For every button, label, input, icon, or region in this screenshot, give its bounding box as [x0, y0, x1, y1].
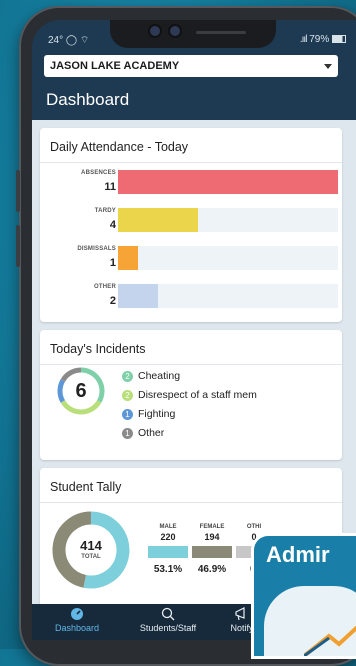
- tally-column-label: MALE: [159, 524, 177, 530]
- attendance-row[interactable]: DISMISSALS 1: [40, 246, 340, 278]
- attendance-row[interactable]: ABSENCES 11: [40, 170, 340, 202]
- school-selector[interactable]: JASON LAKE ACADEMY: [44, 55, 338, 77]
- admin-app-badge: Admir: [254, 536, 356, 656]
- incident-label: Other: [138, 427, 165, 439]
- tally-column-label: FEMALE: [199, 524, 225, 530]
- volume-up-button: [16, 170, 20, 212]
- dashboard-content[interactable]: Daily Attendance - Today ABSENCES 11 TARDY…: [32, 120, 356, 608]
- nav-dashboard-label: Dashboard: [54, 623, 100, 633]
- attendance-row-count: 2: [109, 295, 116, 307]
- tally-total-label: TOTAL: [81, 554, 101, 560]
- volume-down-button: [16, 225, 20, 267]
- page-title: Dashboard: [46, 90, 130, 109]
- nav-students[interactable]: Students/Staff: [128, 604, 208, 640]
- attendance-row-label: OTHER: [94, 284, 116, 290]
- attendance-bar-track: [118, 208, 338, 232]
- tally-column: MALE 220 53.1%: [148, 524, 188, 575]
- attendance-row-count: 4: [109, 219, 116, 231]
- incident-count-badge: 2: [122, 390, 133, 401]
- attendance-bar: [118, 170, 338, 194]
- megaphone-icon: [235, 607, 245, 621]
- search-icon: [161, 607, 175, 621]
- status-bar: 24° ◯ ⌔ .ııl 79%: [48, 34, 346, 50]
- tally-title: Student Tally: [50, 480, 122, 494]
- incident-label: Cheating: [138, 370, 181, 382]
- attendance-bar: [118, 208, 198, 232]
- tally-column-percent: 53.1%: [153, 564, 183, 575]
- divider: [40, 364, 342, 365]
- attendance-row-label: ABSENCES: [81, 170, 116, 176]
- incident-count-badge: 2: [122, 371, 133, 382]
- tally-swatch: [148, 546, 188, 558]
- tally-column-percent: 46.9%: [197, 564, 227, 575]
- attendance-bar: [118, 246, 138, 270]
- incidents-title: Today's Incidents: [50, 342, 146, 356]
- attendance-row-label: DISMISSALS: [77, 246, 116, 252]
- tally-column-value: 220: [160, 532, 176, 542]
- attendance-row-label: TARDY: [94, 208, 116, 214]
- attendance-bar-track: [118, 246, 338, 270]
- attendance-row-count: 1: [109, 257, 116, 269]
- attendance-card[interactable]: Daily Attendance - Today ABSENCES 11 TARDY…: [40, 128, 342, 322]
- divider: [40, 502, 342, 503]
- status-right: .ııl 79%: [300, 34, 346, 45]
- divider: [40, 162, 342, 163]
- incident-slice: [60, 367, 82, 382]
- admin-badge-text: Admir: [266, 542, 330, 567]
- attendance-row[interactable]: TARDY 4: [40, 208, 340, 240]
- incident-count-badge: 1: [122, 409, 133, 420]
- status-time: 24° ◯ ⌔: [48, 35, 90, 46]
- incidents-card[interactable]: Today's Incidents 6 2 Cheating 2 Disrespect…: [40, 330, 342, 460]
- incident-slice: [60, 400, 102, 415]
- tally-swatch: [192, 546, 232, 558]
- attendance-row[interactable]: OTHER 2: [40, 284, 340, 316]
- incidents-total: 6: [75, 380, 87, 402]
- attendance-row-count: 11: [104, 181, 116, 193]
- incident-label: Disrespect of a staff mem: [138, 389, 257, 401]
- chart-arrow-icon: [304, 625, 356, 656]
- battery-icon: [332, 35, 346, 44]
- nav-students-label: Students/Staff: [139, 623, 197, 633]
- attendance-bar: [118, 284, 158, 308]
- battery-percent: 79%: [309, 34, 330, 45]
- nav-dashboard[interactable]: Dashboard: [42, 604, 112, 640]
- signal-icon: .ııl: [299, 34, 308, 45]
- tally-total: 414: [80, 538, 102, 553]
- incident-count-badge: 1: [122, 428, 133, 439]
- attendance-bar-track: [118, 170, 338, 194]
- attendance-title: Daily Attendance - Today: [50, 140, 189, 154]
- school-name: JASON LAKE ACADEMY: [50, 60, 180, 72]
- incident-label: Fighting: [138, 408, 176, 420]
- nav-notify-label: Notify: [230, 623, 254, 633]
- wifi-icon: ⌔: [79, 35, 90, 46]
- tally-column: FEMALE 194 46.9%: [192, 524, 232, 575]
- dashboard-icon: [71, 608, 83, 620]
- attendance-bar-track: [118, 284, 338, 308]
- tally-column-value: 194: [204, 532, 220, 542]
- chevron-down-icon: [324, 64, 332, 69]
- tally-column-label: OTHI: [246, 524, 262, 530]
